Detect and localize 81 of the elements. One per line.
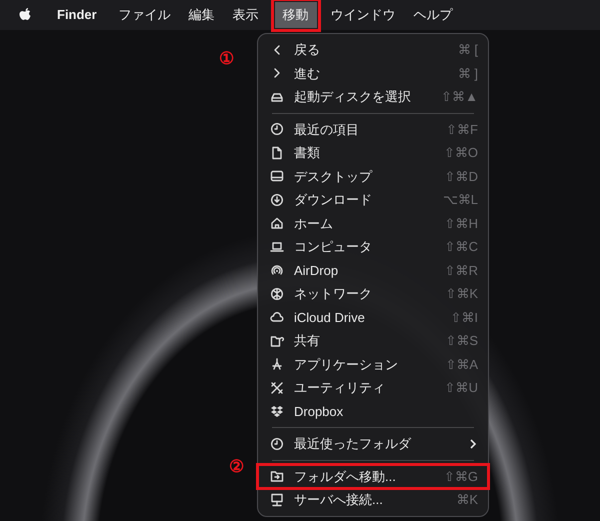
menu-item-label: デスクトップ: [294, 168, 372, 186]
submenu-chevron-icon: [468, 438, 478, 450]
document-icon: [270, 146, 284, 160]
menu-item-label: フォルダへ移動...: [294, 468, 396, 486]
tools-icon: [270, 380, 284, 395]
cloud-icon: [270, 310, 284, 324]
menu-item-label: 書類: [294, 144, 320, 162]
menu-item-label: Dropbox: [294, 402, 344, 421]
menu-bar-item[interactable]: ファイル: [110, 2, 179, 28]
menu-item[interactable]: デスクトップ ⇧⌘D: [258, 164, 488, 188]
keyboard-shortcut: ⌘ [: [458, 41, 478, 59]
home-icon: [270, 216, 284, 230]
airdrop-icon: [270, 263, 284, 278]
menu-item[interactable]: ホーム ⇧⌘H: [258, 212, 488, 235]
menu-item[interactable]: 最近使ったフォルダ: [258, 432, 488, 456]
shared-folder-icon: [270, 334, 284, 348]
menu-item-label: iCloud Drive: [294, 308, 365, 326]
menu-item[interactable]: 戻る ⌘ [: [258, 38, 488, 62]
keyboard-shortcut: ⇧⌘H: [444, 214, 478, 232]
keyboard-shortcut: ⇧⌘D: [444, 168, 478, 186]
menu-bar-item[interactable]: 移動: [274, 2, 317, 28]
menu-item-label: 戻る: [294, 41, 320, 59]
keyboard-shortcut: ⇧⌘O: [444, 144, 478, 162]
globe-icon: [270, 286, 284, 301]
menu-item[interactable]: 起動ディスクを選択 ⇧⌘▲: [258, 85, 488, 108]
menu-item[interactable]: 共有 ⇧⌘S: [258, 329, 488, 352]
keyboard-shortcut: ⇧⌘U: [444, 379, 478, 397]
clock-icon: [270, 436, 284, 451]
keyboard-shortcut: ⌥⌘L: [442, 191, 478, 209]
menu-bar-item[interactable]: 表示: [224, 2, 267, 28]
menu-item[interactable]: サーバへ接続... ⌘K: [258, 488, 488, 512]
download-icon: [270, 192, 284, 207]
menu-item[interactable]: コンピュータ ⇧⌘C: [258, 235, 488, 258]
callout-number: ②: [229, 458, 244, 475]
keyboard-shortcut: ⇧⌘G: [444, 468, 478, 486]
monitor-icon: [270, 492, 284, 507]
keyboard-shortcut: ⇧⌘C: [444, 238, 478, 256]
keyboard-shortcut: ⇧⌘▲: [441, 88, 478, 106]
menu-item[interactable]: 書類 ⇧⌘O: [258, 141, 488, 164]
menu-item-label: ホーム: [294, 214, 333, 232]
menu-item-label: 共有: [294, 332, 320, 350]
menu-item[interactable]: ネットワーク ⇧⌘K: [258, 282, 488, 306]
menu-item-label: ユーティリティ: [294, 379, 385, 397]
menu-item-label: 最近の項目: [294, 120, 359, 138]
callout-number: ①: [219, 50, 234, 67]
menu-bar-item[interactable]: ヘルプ: [406, 2, 461, 28]
keyboard-shortcut: ⇧⌘F: [446, 120, 478, 138]
menu-item-label: ダウンロード: [294, 191, 372, 209]
keyboard-shortcut: ⌘ ]: [458, 64, 478, 83]
menu-item-label: 起動ディスクを選択: [294, 88, 411, 106]
menu-bar-item[interactable]: 編集: [180, 2, 223, 28]
menu-item[interactable]: 最近の項目 ⇧⌘F: [258, 118, 488, 141]
menu-item-label: AirDrop: [294, 262, 338, 280]
menu-item[interactable]: AirDrop ⇧⌘R: [258, 258, 488, 282]
menu-item-label: コンピュータ: [294, 238, 372, 256]
menu-item-label: アプリケーション: [294, 356, 398, 374]
menu-bar-item[interactable]: Finder: [49, 2, 105, 28]
menu-bar-item[interactable]: ウインドウ: [322, 2, 404, 28]
menu-item[interactable]: 進む ⌘ ]: [258, 62, 488, 85]
menu-item[interactable]: Dropbox: [258, 400, 488, 423]
clock-icon: [270, 122, 284, 136]
menu-item[interactable]: フォルダへ移動... ⇧⌘G: [258, 464, 488, 488]
keyboard-shortcut: ⌘K: [456, 491, 478, 509]
menu-item-label: ネットワーク: [294, 285, 372, 303]
menu-item[interactable]: アプリケーション ⇧⌘A: [258, 352, 488, 376]
keyboard-shortcut: ⇧⌘I: [450, 308, 478, 326]
keyboard-shortcut: ⇧⌘A: [445, 356, 478, 374]
menu-item-label: 進む: [294, 64, 320, 82]
keyboard-shortcut: ⇧⌘K: [445, 285, 478, 303]
keyboard-shortcut: ⇧⌘R: [444, 262, 478, 280]
menu-item-label: 最近使ったフォルダ: [294, 435, 411, 453]
menu-item-label: サーバへ接続...: [294, 491, 383, 509]
folder-arrow-icon: [270, 469, 284, 484]
menu-item[interactable]: iCloud Drive ⇧⌘I: [258, 306, 488, 329]
menu-item[interactable]: ユーティリティ ⇧⌘U: [258, 376, 488, 400]
desktop-icon: [270, 169, 284, 184]
menu-item[interactable]: ダウンロード ⌥⌘L: [258, 188, 488, 212]
applications-icon: [270, 357, 284, 372]
laptop-icon: [270, 240, 284, 254]
keyboard-shortcut: ⇧⌘S: [445, 332, 478, 350]
dropbox-icon: [270, 404, 284, 418]
